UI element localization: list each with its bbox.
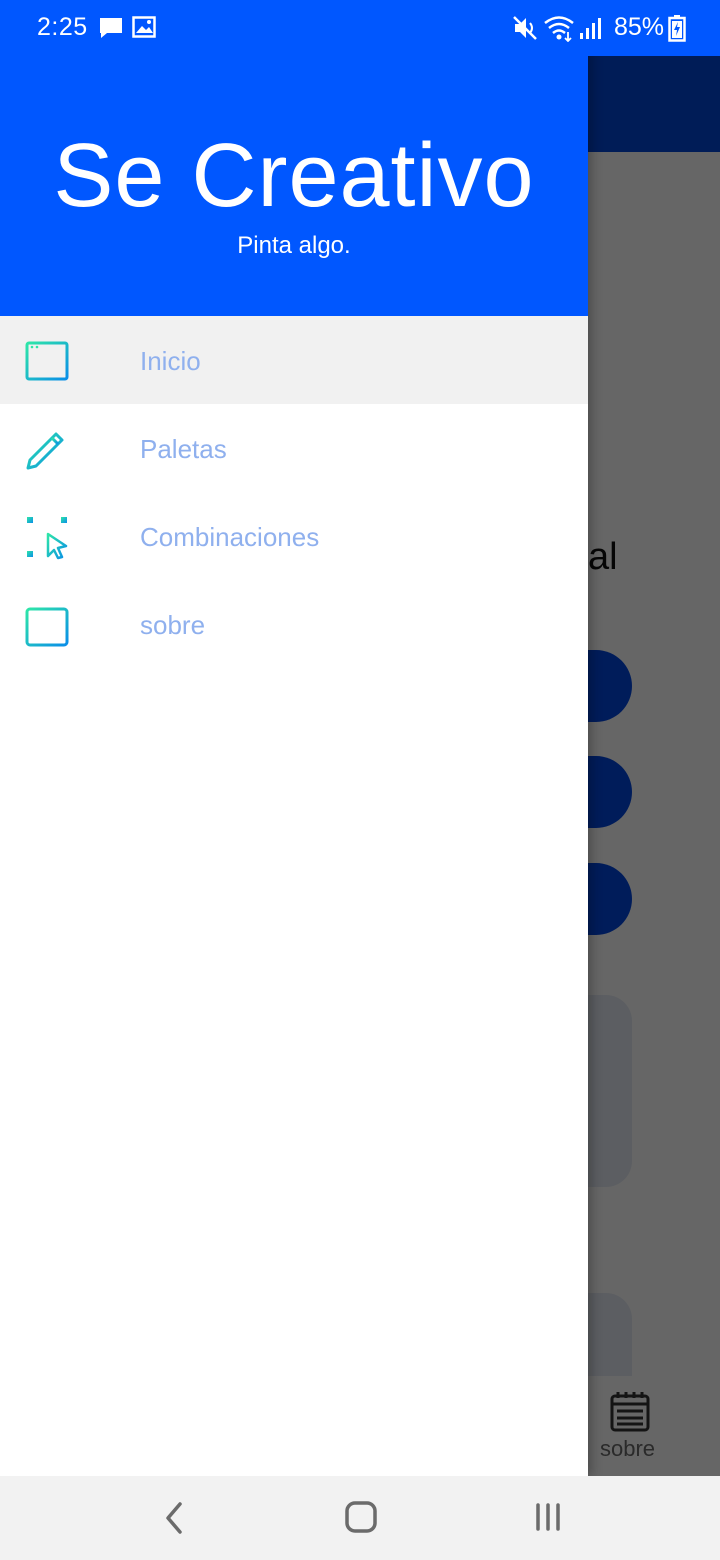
menu-item-label: Combinaciones xyxy=(140,522,320,552)
image-icon xyxy=(132,16,156,38)
back-icon[interactable] xyxy=(158,1496,190,1540)
menu-item-sobre[interactable]: sobre xyxy=(0,580,588,668)
wifi-icon xyxy=(544,16,574,42)
menu-item-label: sobre xyxy=(140,610,206,640)
battery-percent: 85% xyxy=(614,13,665,41)
status-time: 2:25 xyxy=(37,13,88,41)
home-icon[interactable] xyxy=(342,1498,380,1536)
notepad-icon xyxy=(25,604,69,647)
message-icon xyxy=(100,18,122,38)
browser-window-icon xyxy=(25,341,69,381)
drawer-subtitle: Pinta algo. xyxy=(237,232,351,259)
pencil-icon xyxy=(26,432,68,472)
drawer-menu: Inicio Paletas Combinaciones sobre xyxy=(0,316,588,668)
status-bar: 2:25 85% xyxy=(0,0,720,56)
menu-item-label: Inicio xyxy=(140,346,201,376)
navigation-drawer: Se Creativo Pinta algo. Inicio Paletas C… xyxy=(0,0,588,1476)
drawer-title: Se Creativo xyxy=(53,126,535,226)
mute-icon xyxy=(513,16,537,40)
menu-item-paletas[interactable]: Paletas xyxy=(0,404,588,492)
menu-item-combinaciones[interactable]: Combinaciones xyxy=(0,492,588,580)
system-nav-bar xyxy=(0,1476,720,1560)
menu-item-inicio[interactable]: Inicio xyxy=(0,316,588,404)
battery-charging-icon xyxy=(668,15,686,42)
recents-icon[interactable] xyxy=(530,1498,566,1536)
selection-cursor-icon xyxy=(27,517,68,560)
signal-icon xyxy=(580,18,601,39)
menu-item-label: Paletas xyxy=(140,434,227,464)
